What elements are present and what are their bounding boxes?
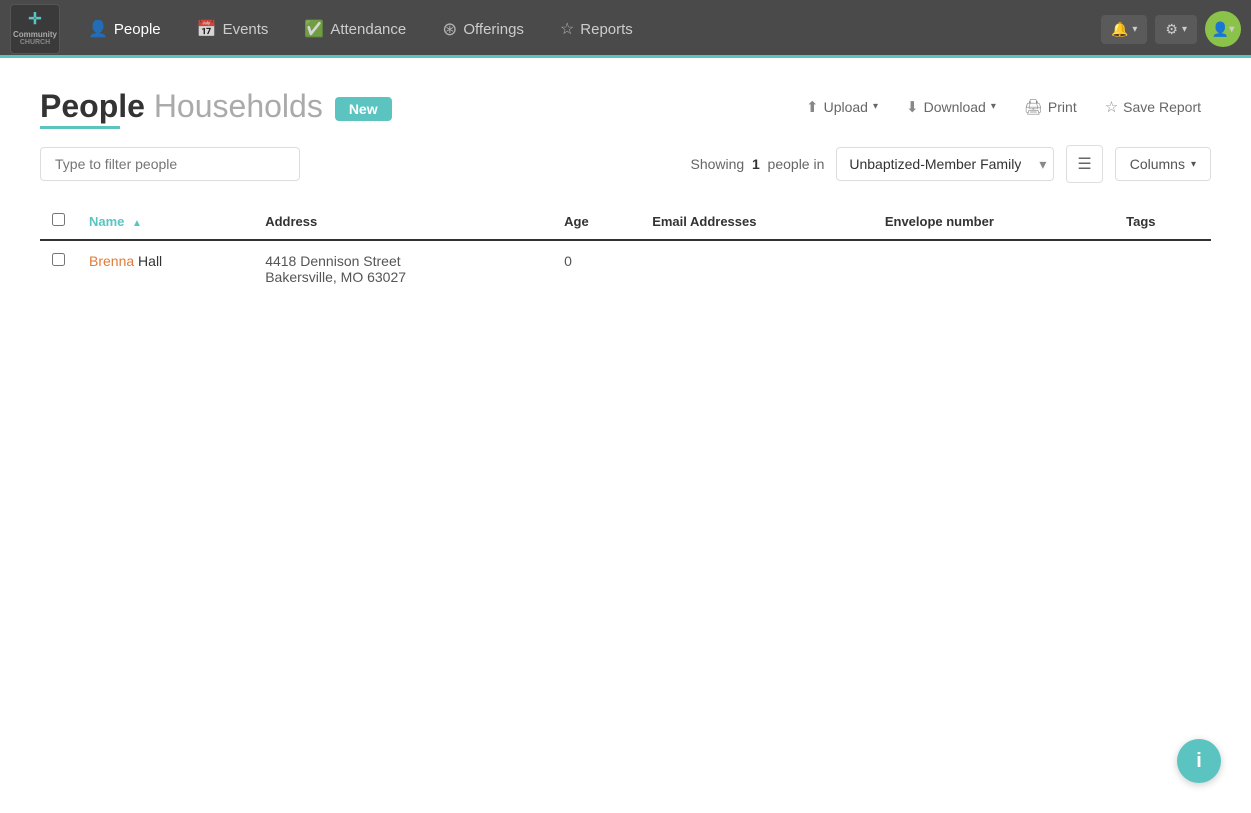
person-name-link[interactable]: Brenna Hall	[89, 253, 162, 269]
download-chevron: ▾	[991, 101, 996, 112]
check-icon: ✅	[304, 19, 324, 39]
new-button[interactable]: New	[335, 97, 392, 121]
address-line1: 4418 Dennison Street	[265, 253, 540, 269]
page-header: People Households New ⬆ Upload ▾ ⬇ Downl…	[40, 88, 1211, 125]
filter-row: Showing 1 people in Unbaptized-Member Fa…	[40, 145, 1211, 183]
address-col-label: Address	[265, 214, 317, 229]
nav-label-attendance: Attendance	[330, 21, 406, 38]
bell-icon: 🔔	[1111, 21, 1128, 38]
row-checkbox-cell	[40, 240, 77, 297]
group-select-wrapper: Unbaptized-Member Family All People Memb…	[836, 147, 1054, 181]
upload-chevron: ▾	[873, 101, 878, 112]
col-header-email[interactable]: Email Addresses	[640, 203, 873, 240]
nav-items: 👤 People 📅 Events ✅ Attendance ⊛ Offerin…	[70, 0, 1101, 58]
person-address-cell: 4418 Dennison Street Bakersville, MO 630…	[253, 240, 552, 297]
nav-item-people[interactable]: 👤 People	[70, 0, 179, 58]
upload-button[interactable]: ⬆ Upload ▾	[796, 92, 888, 122]
download-label: Download	[924, 99, 986, 115]
columns-chevron: ▾	[1191, 159, 1196, 170]
header-actions: ⬆ Upload ▾ ⬇ Download ▾ 🖨 Print ☆ Save R…	[796, 92, 1211, 122]
menu-button[interactable]: ☰	[1066, 145, 1102, 183]
navbar: ✛ Community CHURCH 👤 People 📅 Events ✅ A…	[0, 0, 1251, 58]
nav-item-attendance[interactable]: ✅ Attendance	[286, 0, 424, 58]
table-header: Name ▲ Address Age Email Addresses Envel…	[40, 203, 1211, 240]
calendar-icon: 📅	[197, 19, 217, 39]
nav-item-events[interactable]: 📅 Events	[179, 0, 287, 58]
col-header-address[interactable]: Address	[253, 203, 552, 240]
print-button[interactable]: 🖨 Print	[1014, 92, 1087, 122]
age-col-label: Age	[564, 214, 589, 229]
col-header-envelope[interactable]: Envelope number	[873, 203, 1114, 240]
columns-label: Columns	[1130, 156, 1185, 172]
person-name-cell: Brenna Hall	[77, 240, 253, 297]
person-icon: 👤	[88, 19, 108, 39]
notifications-button[interactable]: 🔔 ▾	[1101, 15, 1147, 44]
upload-label: Upload	[824, 99, 868, 115]
address-line2: Bakersville, MO 63027	[265, 269, 540, 285]
columns-button[interactable]: Columns ▾	[1115, 147, 1211, 181]
nav-right: 🔔 ▾ ⚙ ▾ 👤 ▾	[1101, 11, 1241, 47]
nav-item-reports[interactable]: ☆ Reports	[542, 0, 651, 58]
save-report-button[interactable]: ☆ Save Report	[1095, 92, 1211, 122]
page-title-people: People	[40, 88, 145, 124]
bookmark-icon: ☆	[1105, 98, 1118, 116]
header-checkbox-cell	[40, 203, 77, 240]
nav-label-people: People	[114, 21, 161, 38]
search-input[interactable]	[40, 147, 300, 181]
download-icon: ⬇	[906, 98, 919, 116]
group-select[interactable]: Unbaptized-Member Family All People Memb…	[836, 147, 1054, 181]
menu-icon: ☰	[1077, 156, 1091, 173]
settings-button[interactable]: ⚙ ▾	[1155, 15, 1197, 44]
table-body: Brenna Hall 4418 Dennison Street Bakersv…	[40, 240, 1211, 297]
page-title: People Households	[40, 88, 323, 125]
settings-chevron: ▾	[1182, 24, 1187, 35]
print-label: Print	[1048, 99, 1077, 115]
nav-item-offerings[interactable]: ⊛ Offerings	[424, 0, 542, 58]
info-button[interactable]: i	[1177, 739, 1221, 783]
person-first-name: Brenna	[89, 253, 134, 269]
main-content: People Households New ⬆ Upload ▾ ⬇ Downl…	[0, 58, 1251, 813]
bell-chevron: ▾	[1132, 24, 1137, 35]
offerings-icon: ⊛	[442, 19, 457, 40]
showing-suffix: people in	[768, 156, 825, 172]
avatar-chevron: ▾	[1229, 24, 1234, 35]
nav-label-offerings: Offerings	[463, 21, 524, 38]
avatar[interactable]: 👤 ▾	[1205, 11, 1241, 47]
table-row: Brenna Hall 4418 Dennison Street Bakersv…	[40, 240, 1211, 297]
person-age-cell: 0	[552, 240, 640, 297]
showing-count: 1	[752, 156, 760, 172]
print-icon: 🖨	[1024, 98, 1043, 116]
select-all-checkbox[interactable]	[52, 213, 65, 226]
col-header-name[interactable]: Name ▲	[77, 203, 253, 240]
row-select-checkbox[interactable]	[52, 253, 65, 266]
gear-icon: ⚙	[1165, 21, 1178, 38]
person-last-name: Hall	[138, 253, 162, 269]
col-header-age[interactable]: Age	[552, 203, 640, 240]
showing-text: Showing 1 people in	[690, 156, 824, 172]
sort-arrow-icon: ▲	[132, 218, 142, 229]
star-icon: ☆	[560, 19, 574, 39]
people-table: Name ▲ Address Age Email Addresses Envel…	[40, 203, 1211, 297]
avatar-image: 👤	[1212, 21, 1229, 38]
tags-col-label: Tags	[1126, 214, 1155, 229]
person-email-cell	[640, 240, 873, 297]
name-col-label: Name	[89, 214, 124, 229]
upload-icon: ⬆	[806, 98, 819, 116]
person-envelope-cell	[873, 240, 1114, 297]
col-header-tags[interactable]: Tags	[1114, 203, 1211, 240]
nav-label-events: Events	[223, 21, 269, 38]
envelope-col-label: Envelope number	[885, 214, 994, 229]
logo[interactable]: ✛ Community CHURCH	[10, 4, 60, 54]
nav-label-reports: Reports	[580, 21, 633, 38]
person-tags-cell	[1114, 240, 1211, 297]
showing-prefix: Showing	[690, 156, 744, 172]
download-button[interactable]: ⬇ Download ▾	[896, 92, 1006, 122]
page-title-households: Households	[154, 88, 323, 124]
save-report-label: Save Report	[1123, 99, 1201, 115]
page-title-area: People Households New	[40, 88, 392, 125]
email-col-label: Email Addresses	[652, 214, 756, 229]
